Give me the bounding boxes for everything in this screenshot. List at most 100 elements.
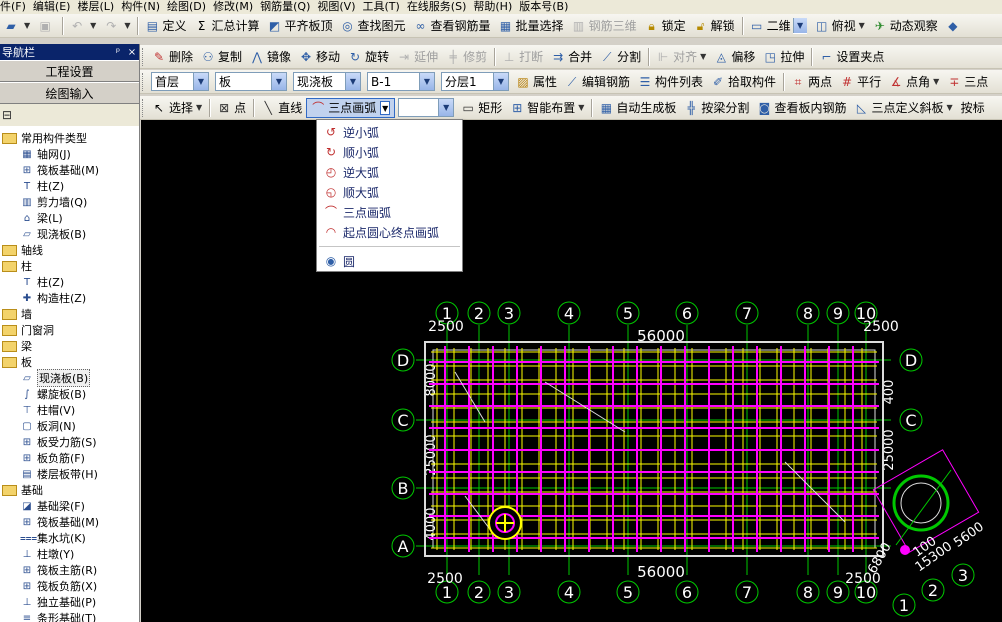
delete-button[interactable]: ✎ 删除 [148, 47, 197, 67]
define-button[interactable]: ▤ 定义 [141, 16, 190, 36]
tree-item[interactable]: ▢ 板洞(N) [0, 418, 139, 434]
copy-button[interactable]: ⚇ 复制 [197, 47, 246, 67]
split-button[interactable]: ⟋ 分割 [596, 47, 645, 67]
top-view-button[interactable]: ◫ 俯视 ▼ [811, 16, 869, 36]
tree-item[interactable]: ⊞ 筏板基础(M) [0, 162, 139, 178]
menu-item[interactable]: 绘图(D) [167, 0, 213, 14]
toolbar-grip[interactable] [142, 72, 145, 91]
menu-item[interactable]: 修改(M) [213, 0, 260, 14]
tree-item[interactable]: ▥ 剪力墙(Q) [0, 194, 139, 210]
tree-item[interactable]: ⩶ 集水坑(K) [0, 530, 139, 546]
tree-item[interactable]: ⌂ 梁(L) [0, 210, 139, 226]
select-button[interactable]: ↖ 选择 ▼ [148, 98, 206, 118]
menu-item[interactable]: 楼层(L) [77, 0, 121, 14]
flush-top-button[interactable]: ◩ 平齐板顶 [264, 16, 337, 36]
extend-button[interactable]: ⇥ 延伸 [393, 47, 442, 67]
tree-item[interactable]: ▱ 现浇板(B) [0, 369, 139, 387]
tree-item[interactable]: T 柱(Z) [0, 274, 139, 290]
tree-folder[interactable]: 板 [0, 354, 139, 370]
tree-item[interactable]: ✚ 构造柱(Z) [0, 290, 139, 306]
save-button[interactable]: ▣ [34, 16, 59, 36]
find-element-button[interactable]: ◎ 查找图元 [337, 16, 410, 36]
menu-item[interactable]: 钢筋量(Q) [260, 0, 317, 14]
close-icon[interactable]: × [125, 47, 139, 58]
arc-menu-item[interactable]: ↺ 逆小弧 [317, 122, 462, 142]
more-button[interactable]: ◆ [942, 16, 967, 36]
lock-button[interactable]: 🔒︎ 锁定 [641, 16, 690, 36]
two-point-axis-button[interactable]: ⌗ 两点 [787, 72, 836, 92]
tree-folder[interactable]: 常用构件类型 [0, 130, 139, 146]
redo-button[interactable]: ↷ ▼ [100, 16, 134, 36]
view-slab-rebar-button[interactable]: ◙ 查看板内钢筋 [753, 98, 850, 118]
tree-item[interactable]: ▦ 轴网(J) [0, 146, 139, 162]
rotate-button[interactable]: ↻ 旋转 [344, 47, 393, 67]
view-rebar-button[interactable]: ∞ 查看钢筋量 [410, 16, 495, 36]
tree-item[interactable]: ∫ 螺旋板(B) [0, 386, 139, 402]
line-button[interactable]: ╲ 直线 [257, 98, 306, 118]
arc-menu-item[interactable]: ⌒ 三点画弧 [317, 202, 462, 222]
attributes-button[interactable]: ▨ 属性 [512, 72, 561, 92]
unlock-button[interactable]: 🔓︎ 解锁 [690, 16, 739, 36]
cad-drawing[interactable]: 1122334455667788991010DCBADC560005600025… [141, 120, 1002, 622]
arc-mode-button[interactable]: ⌒ 三点画弧 ▼ [306, 97, 396, 118]
three-point-slope-button[interactable]: ◺ 三点定义斜板 ▼ [850, 98, 956, 118]
menu-item[interactable]: 在线服务(S) [407, 0, 474, 14]
view-mode-dropdown[interactable]: ▼ [792, 17, 807, 34]
tree-item[interactable]: ◪ 基础梁(F) [0, 498, 139, 514]
tree-folder[interactable]: 柱 [0, 258, 139, 274]
rebar-3d-button[interactable]: ▥ 钢筋三维 [568, 16, 641, 36]
auto-slab-button[interactable]: ▦ 自动生成板 [595, 98, 680, 118]
category-select[interactable]: 板 ▼ [215, 72, 287, 91]
align-button[interactable]: ⊩ 对齐 ▼ [652, 47, 710, 67]
tree-item[interactable]: ⊥ 柱墩(Y) [0, 546, 139, 562]
rect-button[interactable]: ▭ 矩形 [457, 98, 506, 118]
drawing-canvas[interactable]: 1 1 2 2 3 3 4 4 5 5 6 6 7 7 8 8 9 9 10 10 D C B A D C 56000 56000 25… [141, 120, 1002, 622]
arc-menu-item[interactable]: ◠ 起点圆心终点画弧 [317, 222, 462, 242]
tree-item[interactable]: ▱ 现浇板(B) [0, 226, 139, 242]
type-select[interactable]: 现浇板 ▼ [293, 72, 361, 91]
element-list-button[interactable]: ☰ 构件列表 [634, 72, 707, 92]
undo-button[interactable]: ↶ ▼ [66, 16, 100, 36]
point-button[interactable]: ⊠ 点 [213, 98, 250, 118]
mirror-button[interactable]: ⋀ 镜像 [246, 47, 295, 67]
arc-option-select[interactable]: ▼ [398, 98, 455, 117]
tree-folder[interactable]: 墙 [0, 306, 139, 322]
point-angle-button[interactable]: ∡ 点角 ▼ [885, 72, 943, 92]
tree-folder[interactable]: 梁 [0, 338, 139, 354]
arc-menu-item[interactable]: ◴ 逆大弧 [317, 162, 462, 182]
toolbar-grip[interactable] [142, 98, 145, 117]
arc-menu-item[interactable]: ↻ 顺小弧 [317, 142, 462, 162]
batch-select-button[interactable]: ▦ 批量选择 [495, 16, 568, 36]
layer-select[interactable]: 分层1 ▼ [441, 72, 509, 91]
tree-folder[interactable]: 轴线 [0, 242, 139, 258]
offset-button[interactable]: ◬ 偏移 [710, 47, 759, 67]
tree-folder[interactable]: 基础 [0, 482, 139, 498]
break-button[interactable]: ⊥ 打断 [498, 47, 547, 67]
tree-item[interactable]: ⊥ 独立基础(P) [0, 594, 139, 610]
floor-select[interactable]: 首层 ▼ [151, 72, 209, 91]
smart-layout-button[interactable]: ⊞ 智能布置 ▼ [506, 98, 588, 118]
tree-item[interactable]: ⊤ 柱帽(V) [0, 402, 139, 418]
set-grip-button[interactable]: ⌐ 设置夹点 [815, 47, 888, 67]
by-mark-button[interactable]: 按标 [957, 98, 989, 118]
tree-item[interactable]: ⊞ 筏板主筋(R) [0, 562, 139, 578]
trim-button[interactable]: ╪ 修剪 [442, 47, 491, 67]
dynamic-view-button[interactable]: ✈ 动态观察 [869, 16, 942, 36]
drawing-input-button[interactable]: 绘图输入 [0, 82, 139, 104]
tree-item[interactable]: ⊞ 板负筋(F) [0, 450, 139, 466]
menu-item[interactable]: 工具(T) [363, 0, 407, 14]
arc-menu-item[interactable]: ◉ 圆 [317, 251, 462, 271]
project-settings-button[interactable]: 工程设置 [0, 60, 139, 82]
chevron-down-icon[interactable]: ▼ [380, 100, 391, 115]
tree-item[interactable]: ⊞ 筏板负筋(X) [0, 578, 139, 594]
move-button[interactable]: ✥ 移动 [295, 47, 344, 67]
menu-item[interactable]: 构件(N) [121, 0, 167, 14]
parallel-axis-button[interactable]: # 平行 [836, 72, 885, 92]
menu-item[interactable]: 件(F) [0, 0, 33, 14]
view-mode-select[interactable]: ▭ 二维 ▼ [746, 16, 811, 36]
split-by-beam-button[interactable]: ╬ 按梁分割 [680, 98, 753, 118]
menu-item[interactable]: 编辑(E) [33, 0, 78, 14]
edit-rebar-button[interactable]: ⟋ 编辑钢筋 [561, 72, 634, 92]
menu-item[interactable]: 视图(V) [317, 0, 362, 14]
tree-item[interactable]: ≡ 条形基础(T) [0, 610, 139, 622]
